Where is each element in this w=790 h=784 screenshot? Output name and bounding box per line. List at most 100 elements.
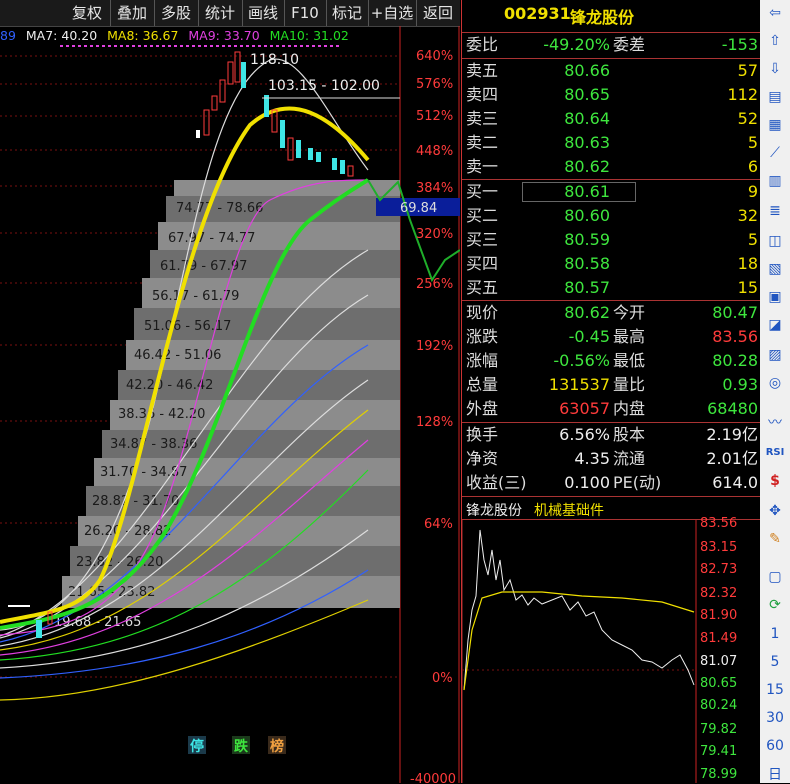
mini-chart-sector[interactable]: 机械基础件: [534, 500, 604, 520]
ask-row[interactable]: 卖一 80.62 6: [462, 155, 760, 179]
chart-toolbar: 复权 叠加 多股 统计 画线 F10 标记 +自选 返回: [0, 0, 460, 27]
fuquan-button[interactable]: 复权: [64, 0, 111, 26]
bid-row[interactable]: 买一 80.61 9: [462, 180, 760, 204]
arrow-up-icon[interactable]: ⇧: [764, 30, 786, 52]
line-chart-icon[interactable]: ⟋: [764, 142, 786, 164]
svg-text:192%: 192%: [416, 339, 453, 354]
ma-prefix: 89: [0, 28, 16, 43]
mini-axis-label: 83.15: [700, 540, 738, 555]
price-line: [463, 529, 695, 691]
ask-row[interactable]: 卖四 80.65 112: [462, 83, 760, 107]
ma9-label: MA9: 33.70: [188, 28, 260, 43]
stat-row: 总量 131537 量比 0.93: [466, 375, 758, 394]
list-icon[interactable]: ≣: [764, 200, 786, 222]
f10-button[interactable]: F10: [284, 0, 327, 26]
overlay-button[interactable]: 叠加: [110, 0, 155, 26]
ask-row[interactable]: 卖五 80.66 57: [462, 59, 760, 83]
period-30min[interactable]: 30: [760, 710, 790, 726]
intraday-chart[interactable]: [462, 520, 698, 783]
formula-icon[interactable]: ▨: [764, 344, 786, 366]
ask-row[interactable]: 卖二 80.63 5: [462, 131, 760, 155]
chip-label: 61.79 - 67.97: [160, 259, 247, 274]
period-15min[interactable]: 15: [760, 682, 790, 698]
bid-row[interactable]: 买三 80.59 5: [462, 228, 760, 252]
svg-text:0%: 0%: [432, 671, 453, 686]
svg-text:576%: 576%: [416, 77, 453, 92]
tag-rank: 榜: [270, 738, 284, 755]
statistics-button[interactable]: 统计: [198, 0, 243, 26]
dollar-icon[interactable]: $: [764, 470, 786, 492]
f12-icon[interactable]: ◪: [764, 314, 786, 336]
chip-label: 74.77 - 78.66: [176, 201, 263, 216]
f10-icon[interactable]: ◫: [764, 230, 786, 252]
arrow-down-icon[interactable]: ⇩: [764, 58, 786, 80]
tag-drop: 跌: [234, 739, 249, 755]
multi-stock-button[interactable]: 多股: [154, 0, 199, 26]
ma7-label: MA7: 40.20: [25, 28, 98, 43]
grid-icon[interactable]: ▦: [764, 114, 786, 136]
indicator-icon[interactable]: 〰: [764, 412, 786, 434]
stock-name: 锋龙股份: [570, 8, 635, 27]
mini-axis-label: 82.73: [700, 562, 738, 577]
report-icon[interactable]: ▤: [764, 86, 786, 108]
svg-text:384%: 384%: [416, 181, 453, 196]
mini-axis-label: 80.65: [700, 676, 738, 691]
fund-row: 换手 6.56% 股本 2.19亿: [466, 425, 758, 444]
rsi-icon[interactable]: RSI: [764, 442, 786, 464]
pencil-icon[interactable]: ✎: [764, 528, 786, 550]
tag-stop: 停: [190, 738, 204, 755]
stat-row: 涨跌 -0.45 最高 83.56: [466, 327, 758, 346]
period-1min[interactable]: 1: [760, 626, 790, 642]
candle-chart-icon[interactable]: ▥: [764, 170, 786, 192]
refresh-icon[interactable]: ◎: [764, 372, 786, 394]
f5-icon[interactable]: ▢: [764, 566, 786, 588]
stat-row: 现价 80.62 今开 80.47: [466, 303, 758, 322]
svg-text:320%: 320%: [416, 227, 453, 242]
back-button[interactable]: 返回: [416, 0, 460, 26]
kline-chart[interactable]: 74.77 - 78.66 67.97 - 74.77 61.79 - 67.9…: [0, 26, 460, 783]
avg-price-line: [463, 591, 695, 691]
period-5min[interactable]: 5: [760, 654, 790, 670]
add-watchlist-button[interactable]: +自选: [368, 0, 417, 26]
draw-line-button[interactable]: 画线: [242, 0, 285, 26]
fund-row: 收益(三) 0.100 PE(动) 614.0: [466, 473, 758, 492]
ma8-label: MA8: 36.67: [107, 28, 179, 43]
high-price-label: 118.10: [250, 52, 299, 68]
svg-text:128%: 128%: [416, 415, 453, 430]
switch-icon[interactable]: ⟳: [764, 594, 786, 616]
svg-text:-40000: -40000: [410, 772, 456, 783]
chip-label: 51.06 - 56.17: [144, 319, 231, 334]
stock-code: 002931: [504, 4, 571, 23]
mini-axis-label: 79.41: [700, 744, 738, 759]
mini-axis-label: 81.49: [700, 631, 738, 646]
stat-row: 外盘 63057 内盘 68480: [466, 399, 758, 418]
bid-row[interactable]: 买五 80.57 15: [462, 276, 760, 300]
tool-sidebar: ⇦ ⇧ ⇩ ▤ ▦ ⟋ ▥ ≣ ◫ ▧ ▣ ◪ ▨ ◎ 〰 RSI $ ✥ ✎ …: [760, 0, 790, 783]
price-range-label: 103.15 - 102.00: [268, 78, 380, 94]
period-day[interactable]: 日: [760, 764, 790, 784]
svg-text:448%: 448%: [416, 144, 453, 159]
weibi-row: 委比 -49.20% 委差 -153: [466, 35, 758, 54]
svg-text:256%: 256%: [416, 277, 453, 292]
mark-button[interactable]: 标记: [326, 0, 369, 26]
mini-chart-stock-name: 锋龙股份: [466, 503, 522, 519]
bid-row[interactable]: 买二 80.60 32: [462, 204, 760, 228]
percent-axis: 640% 576% 512% 448% 384% 320% 256% 192% …: [410, 49, 456, 783]
bookmark-icon[interactable]: ▣: [764, 286, 786, 308]
mini-axis-label: 83.56: [700, 516, 738, 531]
fund-row: 净资 4.35 流通 2.01亿: [466, 449, 758, 468]
ask-row[interactable]: 卖三 80.64 52: [462, 107, 760, 131]
move-icon[interactable]: ✥: [764, 500, 786, 522]
svg-text:64%: 64%: [424, 517, 453, 532]
mini-axis-label: 81.90: [700, 608, 738, 623]
stat-row: 涨幅 -0.56% 最低 80.28: [466, 351, 758, 370]
period-60min[interactable]: 60: [760, 738, 790, 754]
mini-axis-label: 81.07: [700, 654, 738, 669]
bid-row[interactable]: 买四 80.58 18: [462, 252, 760, 276]
ma10-label: MA10: 31.02: [269, 28, 349, 43]
mini-axis-label: 78.99: [700, 767, 738, 782]
mini-axis-label: 82.32: [700, 586, 738, 601]
arrow-left-icon[interactable]: ⇦: [764, 2, 786, 24]
document-icon[interactable]: ▧: [764, 258, 786, 280]
svg-text:512%: 512%: [416, 109, 453, 124]
